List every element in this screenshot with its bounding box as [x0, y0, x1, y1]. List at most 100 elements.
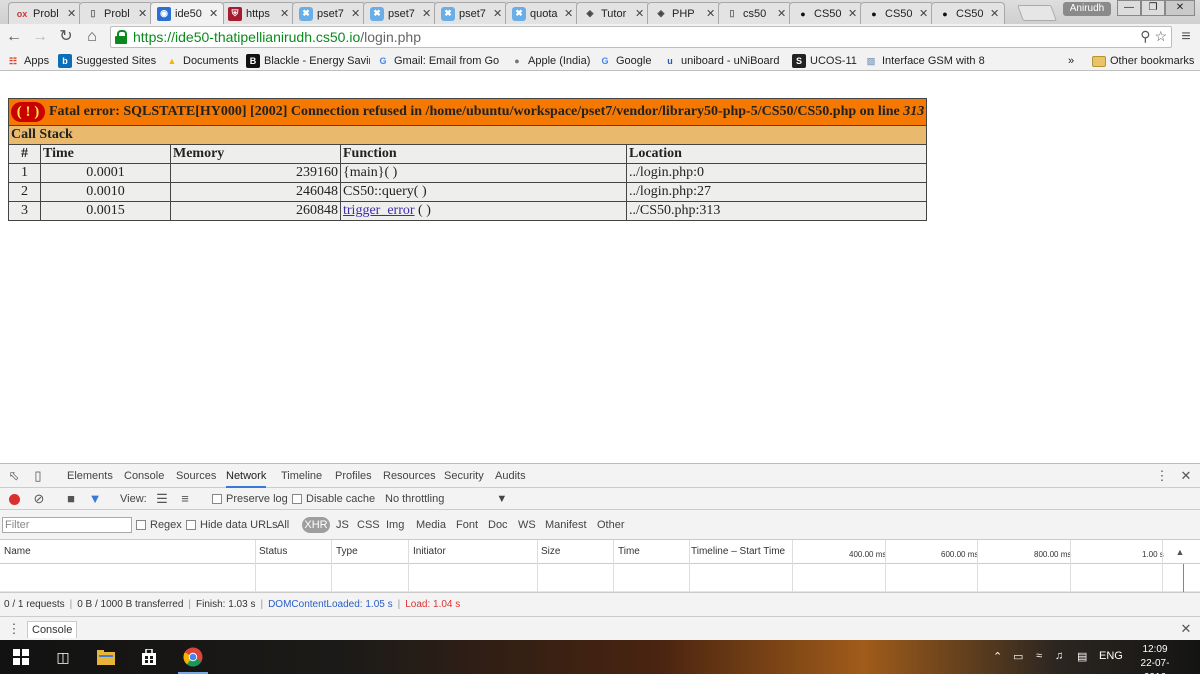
bookmark-item[interactable]: ▨ Interface GSM with 8 [864, 53, 985, 69]
browser-tab[interactable]: ▯ Probl ✕ [79, 2, 153, 24]
disable-cache-box[interactable] [292, 494, 302, 504]
tab-close-icon[interactable]: ✕ [777, 7, 787, 20]
browser-tab[interactable]: ox Probl ✕ [8, 2, 82, 24]
action-center-icon[interactable]: ▤ [1077, 650, 1087, 663]
record-icon[interactable] [9, 494, 20, 505]
user-profile-button[interactable]: Anirudh [1063, 2, 1111, 16]
address-bar[interactable]: https://ide50-thatipellianirudh.cs50.io /… [110, 26, 1172, 48]
filter-funnel-icon[interactable]: ▼ [88, 492, 102, 506]
type-filter-doc[interactable]: Doc [488, 519, 508, 531]
type-filter-other[interactable]: Other [597, 519, 625, 531]
bookmark-item[interactable]: ☷ Apps [6, 53, 49, 69]
scroll-up-icon[interactable]: ▲ [1173, 545, 1187, 559]
battery-icon[interactable]: ▭ [1013, 650, 1023, 663]
col-size[interactable]: Size [541, 546, 560, 557]
key-and-star-icons[interactable]: ⚲ ☆ [1140, 28, 1167, 45]
browser-tab[interactable]: ◈ Tutor ✕ [576, 2, 650, 24]
type-filter-js[interactable]: JS [336, 519, 349, 531]
devtools-tab-network[interactable]: Network [226, 470, 267, 488]
bookmark-item[interactable]: ▲ Documents [165, 53, 239, 69]
type-filter-manifest[interactable]: Manifest [545, 519, 587, 531]
large-rows-icon[interactable]: ☰ [155, 492, 169, 506]
file-explorer-icon[interactable] [97, 648, 115, 666]
devtools-tab-elements[interactable]: Elements [67, 470, 113, 482]
overview-icon[interactable]: ≡ [178, 492, 192, 506]
type-filter-font[interactable]: Font [456, 519, 478, 531]
col-status[interactable]: Status [259, 546, 287, 557]
preserve-log-box[interactable] [212, 494, 222, 504]
browser-tab[interactable]: ✖ quota ✕ [505, 2, 579, 24]
wifi-icon[interactable]: ≈ [1036, 650, 1042, 662]
inspect-element-icon[interactable]: ⬁ [7, 469, 21, 483]
bookmark-item[interactable]: B Blackle - Energy Savin [246, 53, 370, 69]
windows-start-icon[interactable] [12, 648, 30, 666]
browser-tab[interactable]: ✖ pset7 ✕ [292, 2, 366, 24]
type-filter-img[interactable]: Img [386, 519, 404, 531]
clear-icon[interactable]: ⊘ [32, 492, 46, 506]
input-language[interactable]: ENG [1099, 650, 1123, 662]
tab-close-icon[interactable]: ✕ [138, 7, 148, 20]
tab-close-icon[interactable]: ✕ [848, 7, 858, 20]
chrome-taskbar-icon[interactable] [183, 647, 203, 667]
type-filter-media[interactable]: Media [416, 519, 446, 531]
browser-tab[interactable]: ⛨ https ✕ [221, 2, 295, 24]
trigger-error-doc-link[interactable]: trigger_error [343, 203, 415, 218]
filter-input[interactable]: Filter [2, 517, 132, 533]
tab-close-icon[interactable]: ✕ [209, 7, 219, 20]
disable-cache-checkbox[interactable]: Disable cache [292, 493, 375, 505]
reload-icon[interactable]: ↻ [56, 27, 76, 47]
tab-close-icon[interactable]: ✕ [706, 7, 716, 20]
tab-close-icon[interactable]: ✕ [919, 7, 929, 20]
devtools-tab-timeline[interactable]: Timeline [281, 470, 322, 482]
bookmark-item[interactable]: G Gmail: Email from Go [376, 53, 499, 69]
col-type[interactable]: Type [336, 546, 358, 557]
devtools-tab-audits[interactable]: Audits [495, 470, 526, 482]
browser-tab[interactable]: ✖ pset7 ✕ [434, 2, 508, 24]
hide-data-urls-box[interactable] [186, 520, 196, 530]
hide-data-urls-checkbox[interactable]: Hide data URLs [186, 519, 278, 531]
throttling-select[interactable]: No throttling ▼ [385, 493, 507, 505]
type-filter-all[interactable]: All [277, 519, 289, 531]
new-tab-button[interactable] [1017, 5, 1057, 21]
bookmarks-overflow-button[interactable]: » [1068, 53, 1074, 69]
back-arrow-icon[interactable]: ← [4, 27, 24, 47]
devtools-tab-profiles[interactable]: Profiles [335, 470, 372, 482]
minimize-button[interactable]: — [1117, 0, 1141, 16]
system-clock[interactable]: 12:09 22-07-2016 [1133, 643, 1177, 674]
col-timeline[interactable]: Timeline – Start Time [691, 546, 785, 557]
tab-close-icon[interactable]: ✕ [564, 7, 574, 20]
type-filter-ws[interactable]: WS [518, 519, 536, 531]
forward-arrow-icon[interactable]: → [30, 27, 50, 47]
devtools-close-icon[interactable]: ✕ [1179, 469, 1193, 483]
tab-close-icon[interactable]: ✕ [67, 7, 77, 20]
chrome-menu-icon[interactable]: ≡ [1177, 28, 1195, 46]
browser-tab[interactable]: ● CS50 ✕ [931, 2, 1005, 24]
bookmark-item[interactable]: ● Apple (India) [510, 53, 590, 69]
tab-close-icon[interactable]: ✕ [493, 7, 503, 20]
type-filter-xhr[interactable]: XHR [302, 517, 330, 533]
device-mode-icon[interactable]: ▯ [31, 469, 45, 483]
browser-tab[interactable]: ✖ pset7 ✕ [363, 2, 437, 24]
show-hidden-icons[interactable]: ⌃ [993, 650, 1002, 663]
devtools-tab-sources[interactable]: Sources [176, 470, 216, 482]
tab-close-icon[interactable]: ✕ [635, 7, 645, 20]
devtools-menu-icon[interactable]: ⋮ [1155, 469, 1169, 483]
tab-close-icon[interactable]: ✕ [422, 7, 432, 20]
browser-tab[interactable]: ◉ ide50 ✕ [150, 2, 224, 24]
type-filter-css[interactable]: CSS [357, 519, 380, 531]
col-name[interactable]: Name [4, 546, 31, 557]
tab-close-icon[interactable]: ✕ [990, 7, 1000, 20]
col-initiator[interactable]: Initiator [413, 546, 446, 557]
drawer-menu-icon[interactable]: ⋮ [7, 622, 21, 636]
browser-tab[interactable]: ◈ PHP ✕ [647, 2, 721, 24]
drawer-close-icon[interactable]: ✕ [1179, 622, 1193, 636]
browser-tab[interactable]: ● CS50 ✕ [860, 2, 934, 24]
col-time[interactable]: Time [618, 546, 640, 557]
preserve-log-checkbox[interactable]: Preserve log [212, 493, 288, 505]
bookmark-item[interactable]: u uniboard - uNiBoard [663, 53, 779, 69]
home-icon[interactable]: ⌂ [82, 27, 102, 47]
browser-tab[interactable]: ▯ cs50 ✕ [718, 2, 792, 24]
restore-button[interactable]: ❐ [1141, 0, 1165, 16]
task-view-icon[interactable]: ◫ [54, 648, 72, 666]
drawer-tab-console[interactable]: Console [27, 621, 78, 638]
